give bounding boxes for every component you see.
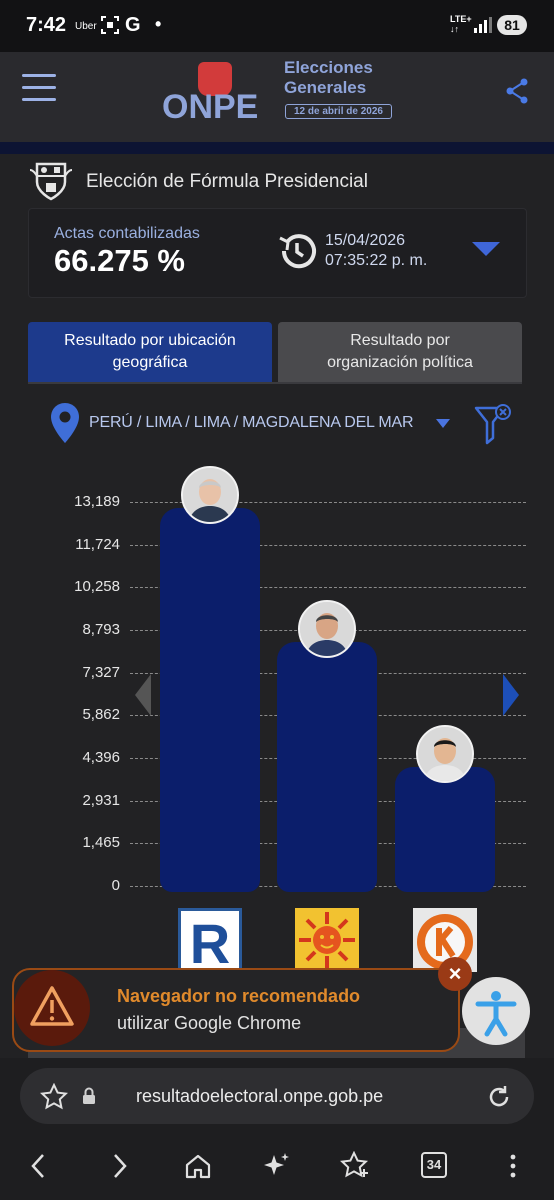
y-tick-label: 2,931 xyxy=(82,791,120,809)
y-tick-label: 7,327 xyxy=(82,663,120,681)
y-tick-label: 0 xyxy=(111,877,120,894)
location-dropdown-icon[interactable] xyxy=(436,419,450,428)
share-icon[interactable] xyxy=(505,78,529,109)
update-date: 15/04/2026 xyxy=(325,232,406,249)
more-options-icon[interactable] xyxy=(505,1152,521,1185)
actas-label: Actas contabilizadas xyxy=(54,225,200,242)
peru-coat-of-arms-icon xyxy=(28,160,74,202)
tabs-divider xyxy=(28,382,522,384)
y-tick-label: 4,396 xyxy=(82,749,120,766)
toast-subtitle: utilizar Google Chrome xyxy=(117,1013,302,1033)
uber-notification-icon: Uber xyxy=(75,21,97,32)
y-tick-label: 8,793 xyxy=(82,621,120,638)
header-divider xyxy=(0,142,554,154)
app-header xyxy=(0,52,554,142)
home-icon[interactable] xyxy=(184,1152,212,1185)
lock-icon[interactable] xyxy=(82,1087,96,1110)
y-tick-label: 13,189 xyxy=(74,493,120,510)
vote-bar[interactable] xyxy=(277,641,377,892)
history-clock-icon xyxy=(276,230,318,277)
candidate-avatar xyxy=(298,599,356,658)
election-title: Elección de Fórmula Presidencial xyxy=(86,171,368,192)
chart-next-arrow-icon[interactable] xyxy=(503,674,519,716)
google-icon: G xyxy=(125,14,141,36)
lte-icon: LTE+ ↓↑ xyxy=(450,14,472,34)
candidate-avatar xyxy=(181,466,239,524)
warning-icon xyxy=(14,970,90,1046)
y-tick-label: 1,465 xyxy=(82,834,120,852)
sun-party-logo xyxy=(295,908,359,972)
election-date-badge: 12 de abril de 2026 xyxy=(285,104,392,119)
screenshot-icon xyxy=(101,16,119,39)
location-pin-icon xyxy=(50,402,80,449)
y-tick-label: 10,258 xyxy=(74,578,120,596)
vote-bar[interactable] xyxy=(395,766,495,892)
favorites-star-icon[interactable] xyxy=(339,1150,370,1184)
tab-political-organization-results[interactable]: Resultado por organización política xyxy=(278,322,522,382)
clear-filter-icon[interactable] xyxy=(474,402,514,451)
reload-icon[interactable] xyxy=(485,1083,513,1116)
chart-previous-arrow-icon[interactable] xyxy=(135,674,151,716)
battery-icon: 81 xyxy=(497,15,527,35)
toast-title: Navegador no recomendado xyxy=(117,986,361,1006)
accessibility-icon[interactable] xyxy=(462,977,530,1045)
elections-title: Elecciones Generales xyxy=(284,58,373,97)
forward-chevron-icon[interactable] xyxy=(110,1152,130,1185)
signal-icon xyxy=(474,17,492,38)
y-tick-label: 5,862 xyxy=(82,706,120,724)
url-text[interactable]: resultadoelectoral.onpe.gob.pe xyxy=(136,1086,383,1107)
location-breadcrumb[interactable]: PERÚ / LIMA / LIMA / MAGDALENA DEL MAR xyxy=(89,414,414,432)
actas-percentage: 66.275 % xyxy=(54,243,185,278)
candidate-avatar xyxy=(416,724,474,783)
hamburger-menu-icon[interactable] xyxy=(22,74,56,104)
sparkle-ai-icon[interactable] xyxy=(263,1151,291,1184)
status-time: 7:42 xyxy=(26,14,67,36)
tabs-count-button[interactable]: 34 xyxy=(421,1152,447,1178)
onpe-logo: ONPE xyxy=(162,88,259,126)
y-tick-label: 11,724 xyxy=(75,535,120,553)
renovacion-popular-logo: R xyxy=(178,908,242,975)
vote-bar[interactable] xyxy=(160,508,260,892)
tab-geographic-results[interactable]: Resultado por ubicación geográfica xyxy=(28,322,272,382)
expand-chevron-down-icon[interactable] xyxy=(472,242,500,256)
notification-dot-icon: • xyxy=(155,14,162,34)
bookmark-star-icon[interactable] xyxy=(39,1082,69,1116)
update-time: 07:35:22 p. m. xyxy=(325,252,428,269)
svg-text:R: R xyxy=(190,912,230,969)
back-chevron-icon[interactable] xyxy=(28,1152,48,1185)
